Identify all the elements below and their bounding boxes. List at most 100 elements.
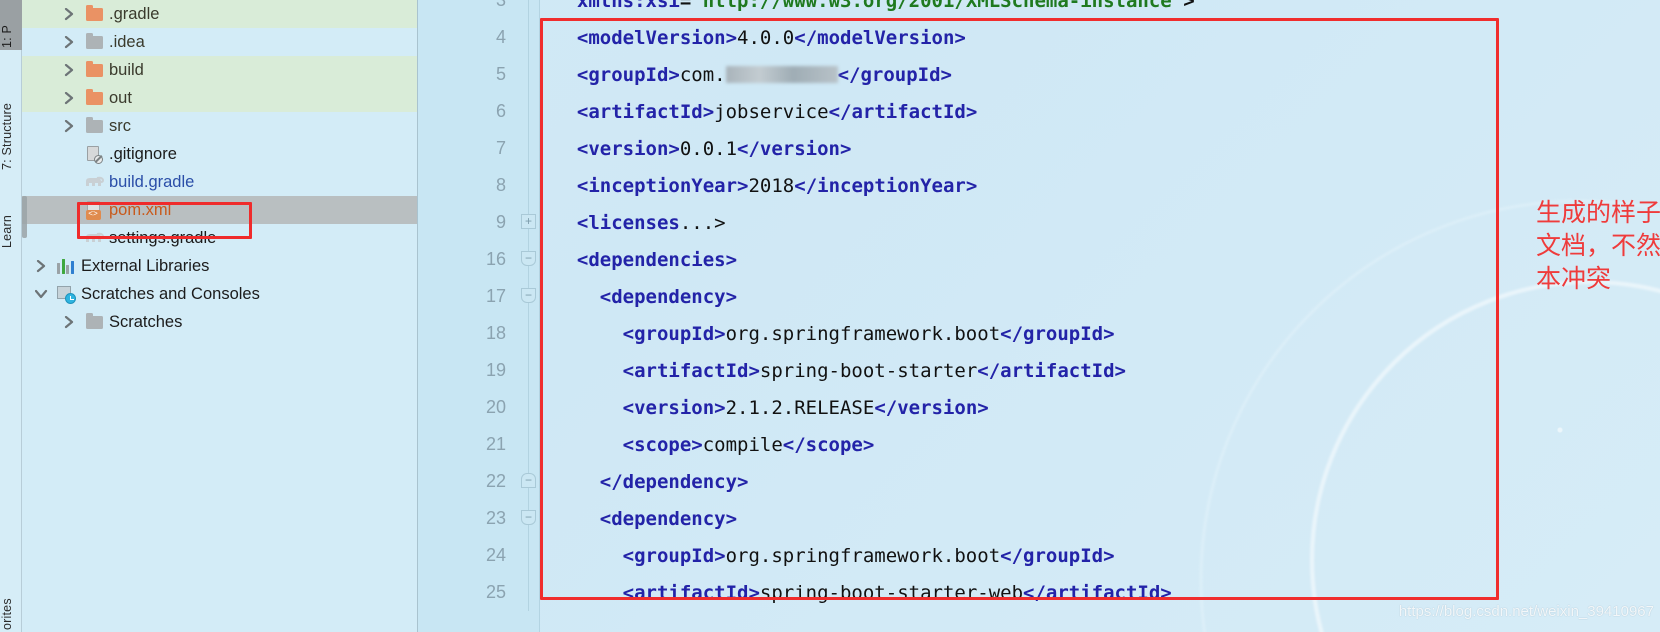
chevron-right-icon[interactable] [56,35,82,49]
fold-gutter-cell [518,93,540,130]
code-line[interactable]: 8 <inceptionYear>2018</inceptionYear> [418,167,1660,204]
tree-row-label: Scratches and Consoles [81,284,260,303]
line-number: 4 [495,27,506,47]
code-text: <version>0.0.1</version> [576,137,852,160]
gradle-elephant-icon [84,175,104,189]
code-line[interactable]: 18 <groupId>org.springframework.boot</gr… [418,315,1660,352]
fold-gutter-cell[interactable]: − [518,278,540,315]
chevron-right-icon [36,259,45,272]
tool-tab-learn-label: Learn [0,215,14,248]
fold-expand-icon: + [521,214,536,229]
fold-collapse-icon: − [521,251,536,266]
code-line[interactable]: 7 <version>0.0.1</version> [418,130,1660,167]
tree-row-out[interactable]: out [22,84,417,112]
code-line[interactable]: 9 + <licenses...> [418,204,1660,241]
code-content[interactable]: 3 xmlns:xsi="http://www.w3.org/2001/XMLS… [418,0,1660,611]
tree-row-external-libraries[interactable]: External Libraries [22,252,417,280]
folder-orange-icon [85,4,103,21]
line-number: 18 [485,323,506,343]
tree-row-scratches[interactable]: Scratches [22,308,417,336]
line-number: 7 [495,138,506,158]
code-text: <dependency> [599,285,738,308]
tree-row-build-gradle[interactable]: build.gradle [22,168,417,196]
tree-row-icon [82,4,106,21]
tree-row-icon [82,145,106,164]
tree-row-icon [54,258,78,274]
tree-row-settings-gradle[interactable]: settings.gradle [22,224,417,252]
fold-gutter-cell[interactable]: − [518,500,540,537]
tool-tab-project-label: 1: P [0,24,14,48]
project-tool-window[interactable]: job-xxxx-service [jobservice] .gradle.id… [22,0,418,632]
code-line[interactable]: 3 xmlns:xsi="http://www.w3.org/2001/XMLS… [418,0,1660,19]
tree-row-pom-xml[interactable]: <> pom.xml [22,196,417,224]
code-text: <dependencies> [576,248,738,271]
fold-gutter-cell [518,56,540,93]
folder-gray-icon [85,32,103,49]
code-line[interactable]: 5 <groupId>com. </groupId> [418,56,1660,93]
code-text: <version>2.1.2.RELEASE</version> [622,396,989,419]
tree-row-src[interactable]: src [22,112,417,140]
chevron-down-icon[interactable] [28,288,54,301]
tool-tab-favorites[interactable]: orites [0,560,22,632]
code-line[interactable]: 20 <version>2.1.2.RELEASE</version> [418,389,1660,426]
chevron-right-icon[interactable] [56,91,82,105]
tree-row-build[interactable]: build [22,56,417,84]
tree-row-gitignore[interactable]: .gitignore [22,140,417,168]
chevron-right-icon[interactable] [56,63,82,77]
fold-gutter-cell [518,426,540,463]
code-line[interactable]: 21 <scope>compile</scope> [418,426,1660,463]
tree-row-label: .idea [109,32,145,51]
line-number: 21 [485,434,506,454]
tool-tab-structure[interactable]: 7: Structure [0,60,22,172]
fold-gutter-cell [518,315,540,352]
fold-gutter-cell [518,0,540,19]
fold-gutter-cell[interactable]: − [518,241,540,278]
code-line[interactable]: 22− </dependency> [418,463,1660,500]
tree-row-idea[interactable]: .idea [22,28,417,56]
tree-row-label: pom.xml [109,200,172,219]
chevron-right-icon[interactable] [56,119,82,133]
tree-row-icon [82,231,106,245]
tool-tab-learn[interactable]: Learn [0,188,22,250]
fold-gutter-cell [518,19,540,56]
chevron-right-icon [64,119,73,132]
fold-collapse-icon: − [521,510,536,525]
tree-row-icon [82,60,106,77]
code-line[interactable]: 17− <dependency> [418,278,1660,315]
code-text: </dependency> [599,470,749,493]
code-text: <scope>compile</scope> [622,433,875,456]
code-line[interactable]: 4 <modelVersion>4.0.0</modelVersion> [418,19,1660,56]
project-tree[interactable]: .gradle .idea build out src .gitignore build.g… [22,0,417,336]
tree-row-gradle[interactable]: .gradle [22,0,417,28]
tree-row-label: build.gradle [109,172,195,191]
line-number: 17 [485,286,506,306]
chevron-right-icon [64,91,73,104]
code-text: <groupId>org.springframework.boot</group… [622,322,1115,345]
fold-gutter-cell [518,537,540,574]
code-text: <dependency> [599,507,738,530]
code-line[interactable]: 16− <dependencies> [418,241,1660,278]
line-number: 23 [485,508,506,528]
code-line[interactable]: 19 <artifactId>spring-boot-starter</arti… [418,352,1660,389]
tree-row-label: out [109,88,132,107]
tree-row-scratches-and-consoles[interactable]: Scratches and Consoles [22,280,417,308]
line-number: 22 [485,471,506,491]
code-text: <artifactId>spring-boot-starter</artifac… [622,359,1126,382]
tree-row-icon [54,285,78,304]
fold-gutter-cell[interactable]: − [518,463,540,500]
line-number: 24 [485,545,506,565]
project-tree-scrollbar-thumb[interactable] [22,196,27,238]
chevron-right-icon[interactable] [56,7,82,21]
tree-row-label: External Libraries [81,256,210,275]
code-line[interactable]: 23− <dependency> [418,500,1660,537]
fold-gutter-cell [518,130,540,167]
code-line[interactable]: 6 <artifactId>jobservice</artifactId> [418,93,1660,130]
xml-file-icon: <> [85,201,103,220]
code-editor[interactable]: 3 xmlns:xsi="http://www.w3.org/2001/XMLS… [418,0,1660,632]
tree-row-label: .gitignore [109,144,177,163]
chevron-right-icon[interactable] [28,259,54,273]
chevron-right-icon[interactable] [56,315,82,329]
fold-gutter-cell[interactable]: + [518,204,540,241]
code-line[interactable]: 24 <groupId>org.springframework.boot</gr… [418,537,1660,574]
tool-tab-project[interactable]: 1: P [0,0,22,50]
